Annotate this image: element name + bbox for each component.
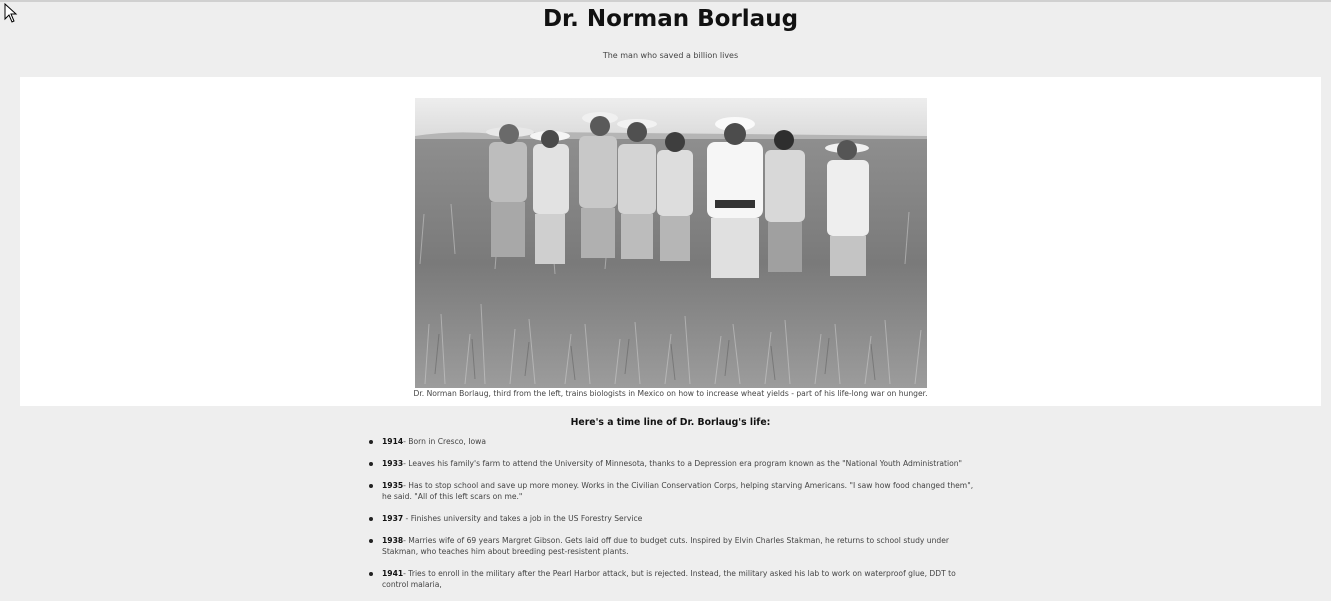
image-panel: Dr. Norman Borlaug, third from the left,…: [20, 77, 1321, 406]
timeline-year: 1914: [382, 437, 404, 446]
timeline-item: 1933- Leaves his family's farm to attend…: [368, 458, 980, 469]
page-subtitle: The man who saved a billion lives: [602, 51, 739, 60]
timeline-text: - Leaves his family's farm to attend the…: [403, 459, 963, 468]
timeline-item: 1914- Born in Cresco, Iowa: [368, 436, 980, 447]
timeline-year: 1933: [382, 459, 404, 468]
timeline-text: - Marries wife of 69 years Margret Gibso…: [382, 536, 950, 556]
timeline-text: - Has to stop school and save up more mo…: [382, 481, 974, 501]
timeline-text: - Born in Cresco, Iowa: [403, 437, 486, 446]
window-top-border: [0, 0, 1331, 2]
timeline-year: 1941: [382, 569, 404, 578]
timeline-item: 1937 - Finishes university and takes a j…: [368, 513, 980, 524]
page-title: Dr. Norman Borlaug: [542, 6, 799, 32]
timeline-text: - Finishes university and takes a job in…: [403, 514, 643, 523]
timeline-heading: Here's a time line of Dr. Borlaug's life…: [570, 417, 771, 428]
timeline-year: 1937: [382, 514, 404, 523]
timeline-year: 1935: [382, 481, 404, 490]
timeline-item: 1938- Marries wife of 69 years Margret G…: [368, 535, 980, 557]
borlaug-field-photo: [415, 84, 927, 388]
timeline-year: 1938: [382, 536, 404, 545]
timeline-item: 1935- Has to stop school and save up mor…: [368, 480, 980, 502]
timeline-item: 1941- Tries to enroll in the military af…: [368, 568, 980, 590]
photo-caption: Dr. Norman Borlaug, third from the left,…: [413, 389, 928, 398]
timeline-text: - Tries to enroll in the military after …: [382, 569, 956, 589]
timeline-list: 1914- Born in Cresco, Iowa 1933- Leaves …: [368, 436, 980, 601]
